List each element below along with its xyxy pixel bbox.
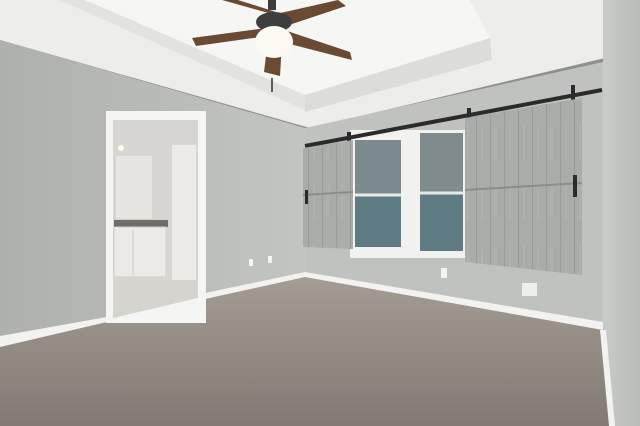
floor-vent (522, 283, 537, 296)
window-left-upper (355, 140, 401, 195)
wall-outlet (249, 259, 253, 266)
bathroom-mirror (114, 154, 154, 220)
bathroom-countertop (114, 220, 168, 227)
window-right-upper (420, 133, 463, 193)
bathroom-vanity (113, 226, 167, 278)
wall-outlet (441, 268, 447, 278)
bathroom-side-door (172, 145, 196, 280)
barn-door-handle (305, 190, 308, 204)
wall-outlet (268, 256, 272, 263)
room-scene (0, 0, 640, 426)
barn-door-handle (573, 175, 577, 197)
bathroom-light-icon (118, 145, 124, 151)
